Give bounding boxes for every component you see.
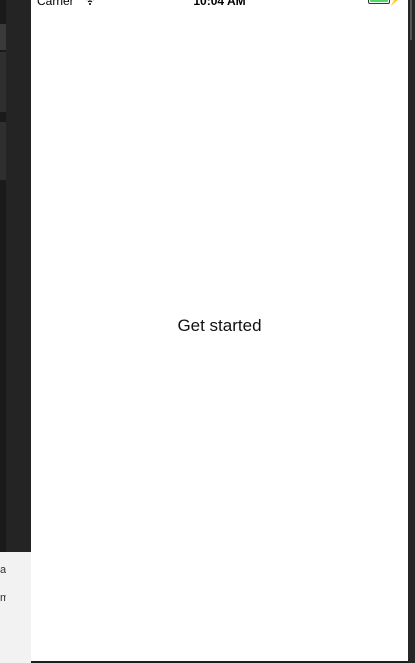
status-bar: Carrier 10:04 AM ⚡	[31, 0, 408, 8]
left-panel-text-fragment: a	[0, 564, 6, 576]
right-window-edge	[408, 0, 415, 663]
charging-icon: ⚡	[388, 0, 402, 6]
get-started-button[interactable]: Get started	[31, 316, 408, 336]
left-panel-segment	[0, 122, 6, 180]
status-time: 10:04 AM	[193, 0, 246, 8]
phone-screen: Carrier 10:04 AM ⚡ Get started	[31, 0, 408, 661]
left-panel-lower: a m	[0, 552, 31, 663]
left-editor-panel: a m	[0, 0, 31, 663]
left-panel-text-fragment: m	[0, 592, 6, 604]
simulator-window: a m Carrier 10:04 AM ⚡ Get started	[0, 0, 415, 663]
battery-level	[370, 0, 388, 2]
left-panel-segment	[0, 52, 6, 112]
right-edge-line	[410, 0, 412, 40]
left-panel-segment	[0, 24, 6, 50]
battery-icon	[368, 0, 390, 4]
